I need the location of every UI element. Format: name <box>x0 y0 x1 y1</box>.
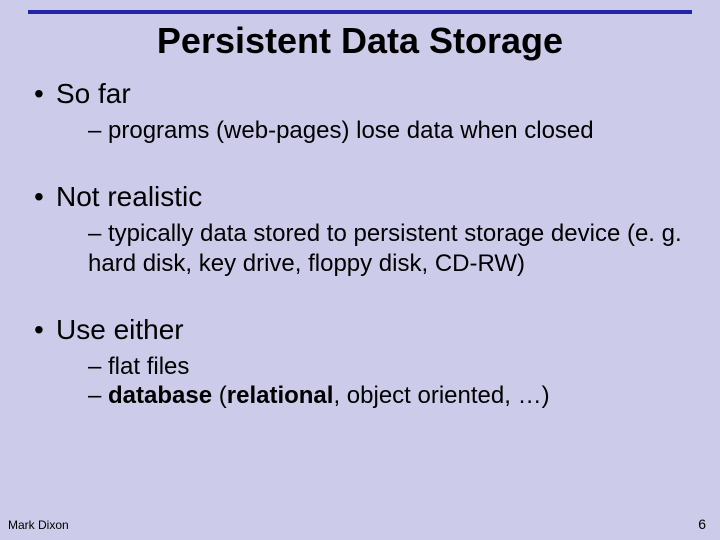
bullet-dot: • <box>34 314 56 346</box>
sub-database: – database (relational, object oriented,… <box>88 381 692 410</box>
slide-body: •So far – programs (web-pages) lose data… <box>34 78 692 410</box>
sub-flat-files: – flat files <box>88 352 692 381</box>
sub-not-realistic: – typically data stored to persistent st… <box>88 219 692 278</box>
bullet-label: Use either <box>56 314 184 345</box>
footer-author: Mark Dixon <box>8 518 69 532</box>
sub-so-far: – programs (web-pages) lose data when cl… <box>88 116 692 145</box>
bullet-use-either: •Use either <box>34 314 692 346</box>
bullet-dot: • <box>34 181 56 213</box>
bullet-not-realistic: •Not realistic <box>34 181 692 213</box>
bullet-label: Not realistic <box>56 181 202 212</box>
slide-title: Persistent Data Storage <box>0 20 720 62</box>
footer-page-number: 6 <box>698 516 706 532</box>
bullet-so-far: •So far <box>34 78 692 110</box>
bullet-dot: • <box>34 78 56 110</box>
title-rule <box>28 10 692 14</box>
bullet-label: So far <box>56 78 131 109</box>
